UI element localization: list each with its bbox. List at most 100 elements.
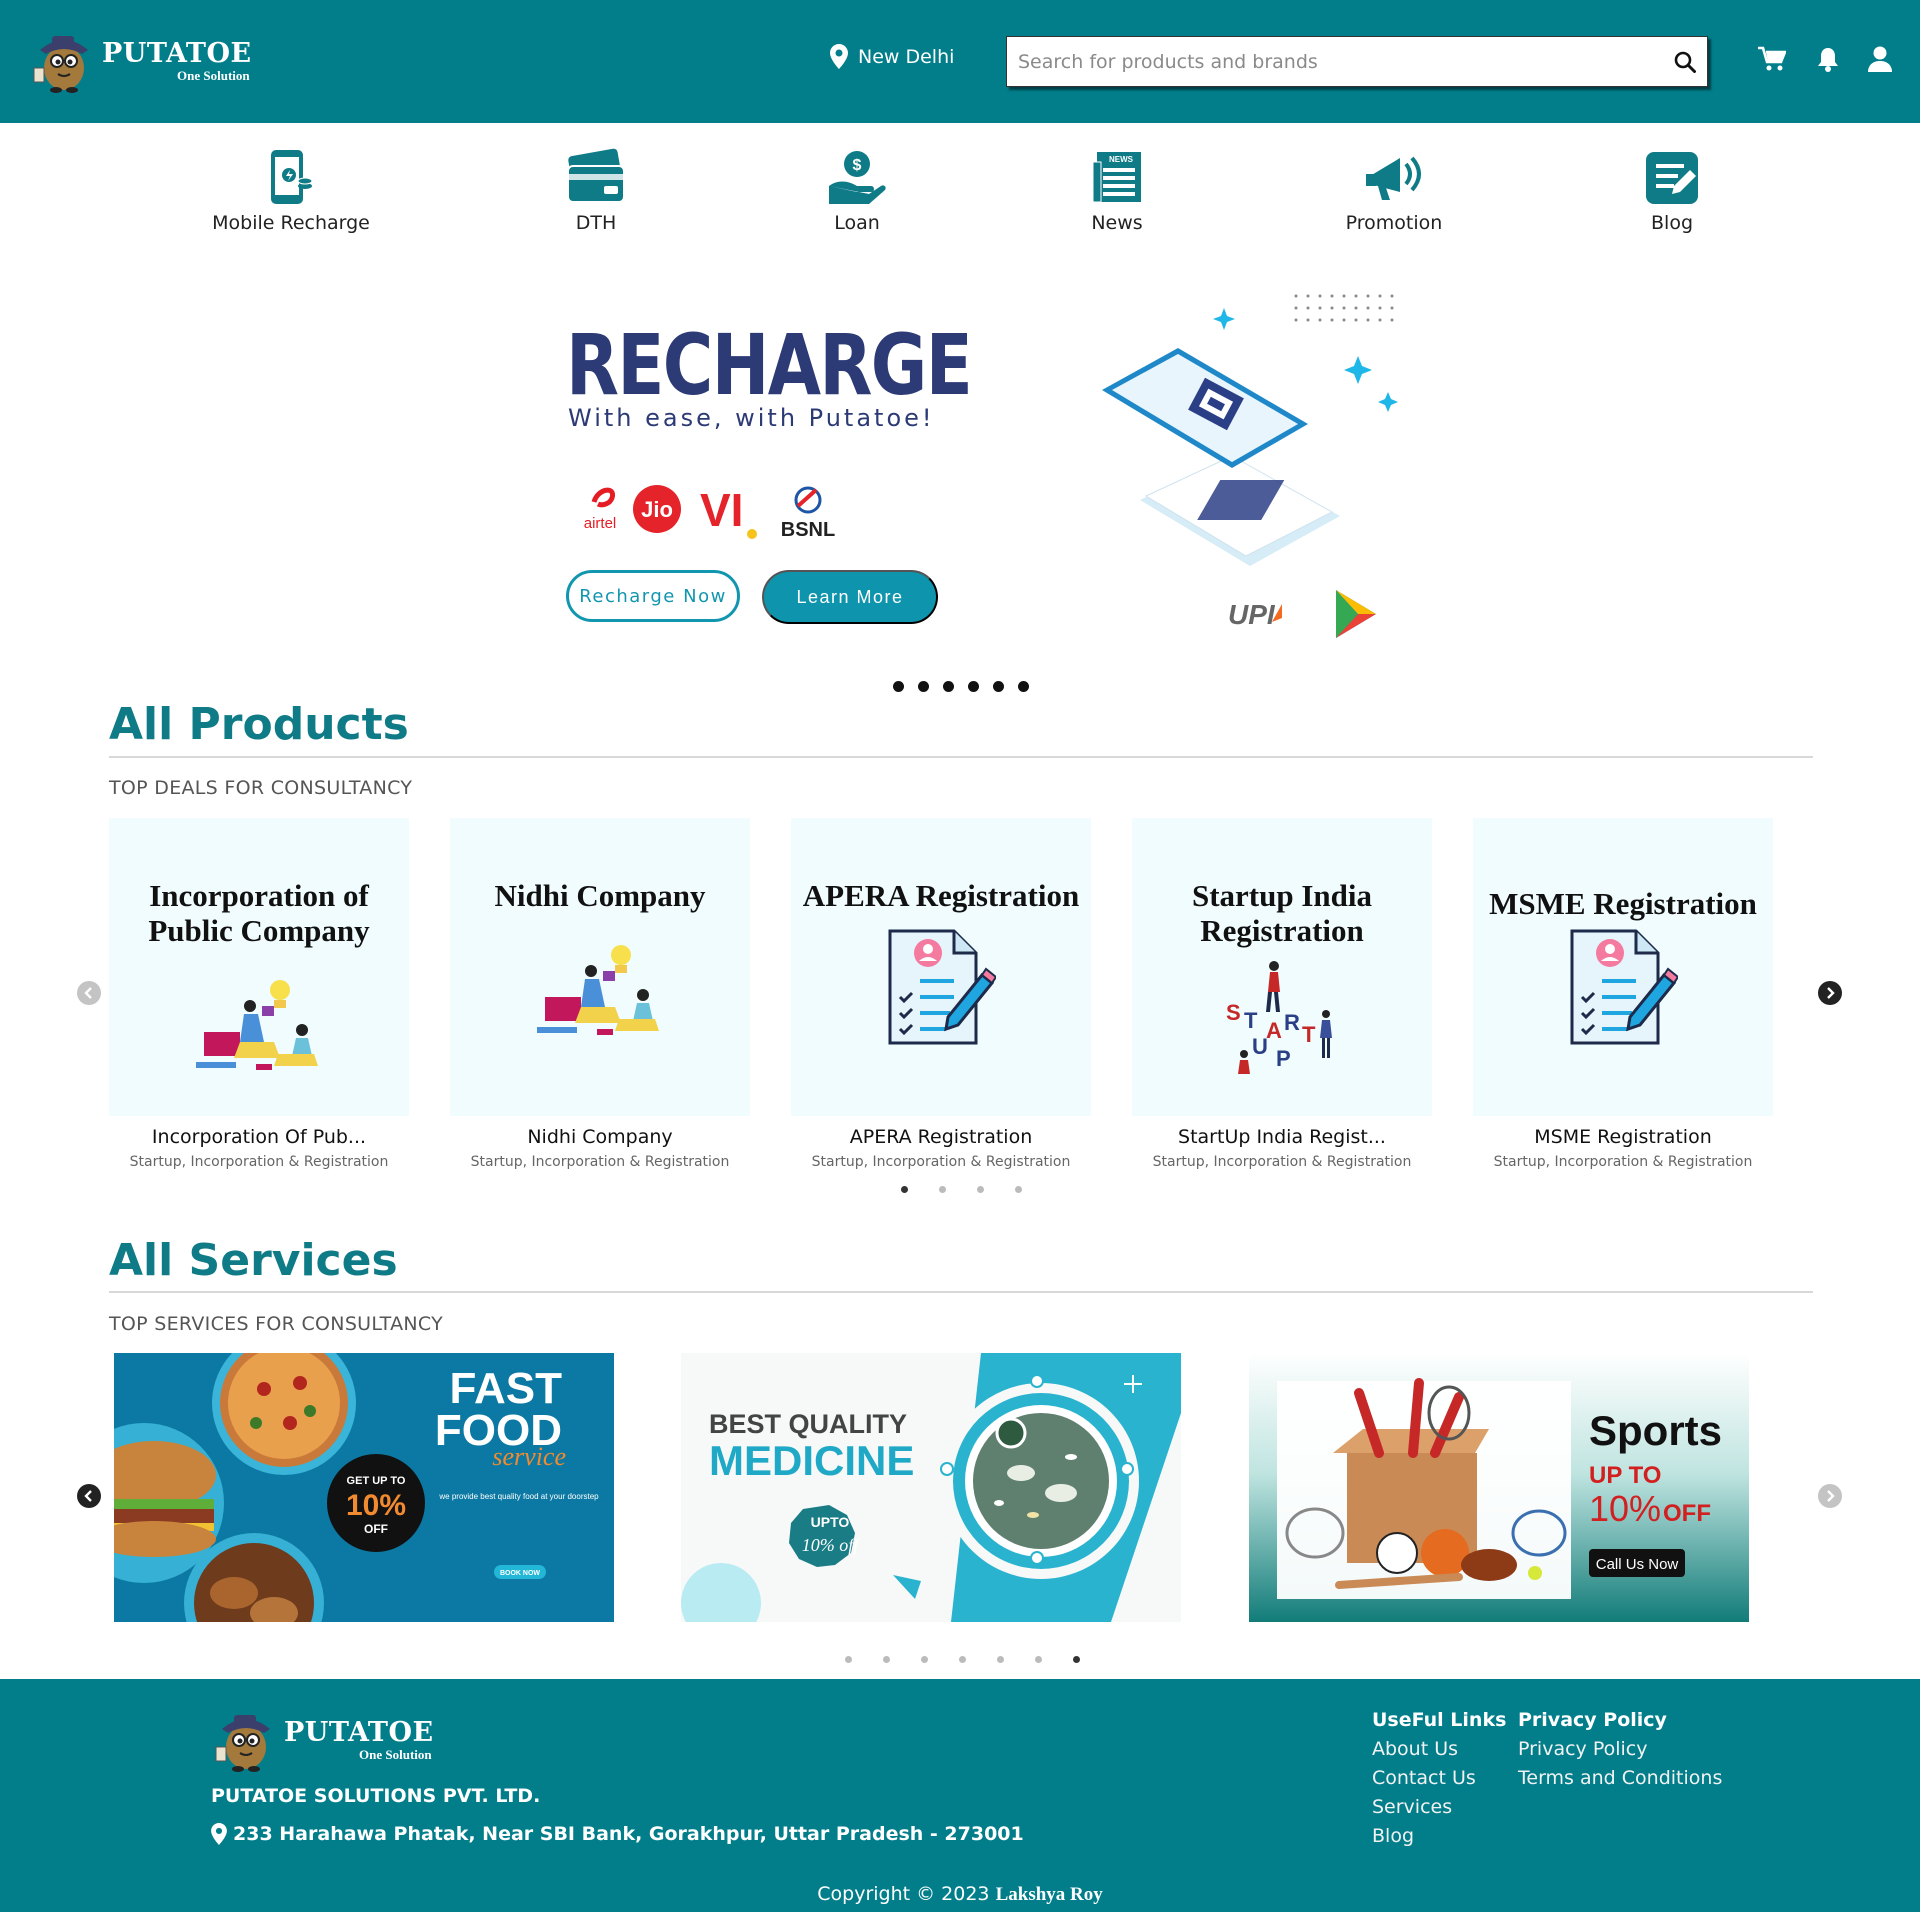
category-mobile-recharge[interactable]: Mobile Recharge xyxy=(191,148,391,234)
product-name[interactable]: APERA Registration xyxy=(791,1126,1091,1148)
footer-link-terms[interactable]: Terms and Conditions xyxy=(1518,1767,1722,1789)
carousel-dot[interactable] xyxy=(893,681,904,692)
carousel-dot[interactable] xyxy=(845,1656,852,1663)
svg-text:Jio: Jio xyxy=(641,497,673,522)
copyright: Copyright © 2023 Lakshya Roy xyxy=(0,1883,1920,1906)
products-carousel-dots xyxy=(901,1186,1022,1193)
footer-logo[interactable]: PUTATOE One Solution xyxy=(210,1707,434,1773)
section-divider xyxy=(109,756,1813,758)
service-card-fast-food[interactable]: GET UP TO 10% OFF FAST FOOD service we p… xyxy=(114,1353,614,1622)
footer-link-blog[interactable]: Blog xyxy=(1372,1825,1506,1847)
svg-text:Call Us Now: Call Us Now xyxy=(1596,1556,1679,1573)
svg-text:BSNL: BSNL xyxy=(781,519,835,541)
category-label: Blog xyxy=(1651,212,1693,234)
brand-logo[interactable]: PUTATOE One Solution xyxy=(28,28,252,94)
user-icon[interactable] xyxy=(1865,44,1895,74)
category-promotion[interactable]: Promotion xyxy=(1294,148,1494,234)
carousel-dot[interactable] xyxy=(901,1186,908,1193)
services-section-title: All Services xyxy=(109,1235,398,1286)
product-category: Startup, Incorporation & Registration xyxy=(1493,1154,1753,1170)
carousel-dot[interactable] xyxy=(1015,1186,1022,1193)
carousel-dot[interactable] xyxy=(959,1656,966,1663)
category-news[interactable]: NEWS News xyxy=(1017,148,1217,234)
potato-mascot-icon xyxy=(215,1715,270,1772)
product-card-startup-india[interactable]: Startup India Registration S T A R T U P… xyxy=(1132,818,1432,1170)
svg-text:10%: 10% xyxy=(346,1489,406,1522)
carousel-dot[interactable] xyxy=(943,681,954,692)
location-pin-icon xyxy=(211,1823,227,1845)
svg-text:T: T xyxy=(1244,1008,1258,1033)
svg-text:airtel: airtel xyxy=(584,515,617,530)
top-header: PUTATOE One Solution New Delhi xyxy=(0,0,1920,123)
services-carousel-dots xyxy=(845,1656,1080,1663)
carousel-dot[interactable] xyxy=(977,1186,984,1193)
svg-text:we provide best quality food a: we provide best quality food at your doo… xyxy=(438,1492,599,1501)
svg-text:U: U xyxy=(1252,1034,1268,1059)
product-thumbnail: Nidhi Company xyxy=(450,818,750,1116)
product-name[interactable]: Nidhi Company xyxy=(450,1126,750,1148)
carousel-dot[interactable] xyxy=(918,681,929,692)
category-dth[interactable]: DTH xyxy=(496,148,696,234)
services-prev-arrow-icon[interactable] xyxy=(77,1484,101,1508)
services-next-arrow-icon[interactable] xyxy=(1818,1484,1842,1508)
category-label: Promotion xyxy=(1345,212,1443,234)
product-name[interactable]: Incorporation Of Pub... xyxy=(109,1126,409,1148)
product-category: Startup, Incorporation & Registration xyxy=(1152,1154,1412,1170)
carousel-dot[interactable] xyxy=(1035,1656,1042,1663)
location-selector[interactable]: New Delhi xyxy=(830,44,954,69)
product-card-apera-registration[interactable]: APERA Registration APERA Registration St… xyxy=(791,818,1091,1170)
useful-links-column: UseFul Links About Us Contact Us Service… xyxy=(1372,1709,1506,1847)
svg-text:BEST QUALITY: BEST QUALITY xyxy=(709,1409,907,1439)
service-card-medicine[interactable]: BEST QUALITY MEDICINE UPTO 10% off xyxy=(681,1353,1181,1622)
product-card-nidhi-company[interactable]: Nidhi Company Nidhi Company Startup, Inc… xyxy=(450,818,750,1170)
product-card-public-company[interactable]: Incorporation of Public Company Incorpor… xyxy=(109,818,409,1170)
svg-text:Sports: Sports xyxy=(1589,1407,1722,1454)
product-card-msme-registration[interactable]: MSME Registration MSME Registration Star… xyxy=(1473,818,1773,1170)
products-next-arrow-icon[interactable] xyxy=(1818,981,1842,1005)
carousel-dot[interactable] xyxy=(883,1656,890,1663)
product-thumbnail: Incorporation of Public Company xyxy=(109,818,409,1116)
product-category: Startup, Incorporation & Registration xyxy=(811,1154,1071,1170)
bsnl-logo: BSNL xyxy=(781,486,835,541)
carousel-dot[interactable] xyxy=(993,681,1004,692)
footer-link-contact-us[interactable]: Contact Us xyxy=(1372,1767,1506,1789)
mobile-recharge-icon xyxy=(271,150,313,204)
learn-more-button[interactable]: Learn More xyxy=(762,570,938,624)
carousel-dot[interactable] xyxy=(1018,681,1029,692)
product-card-title: Incorporation of Public Company xyxy=(148,878,370,948)
category-loan[interactable]: $ Loan xyxy=(757,148,957,234)
company-address: 233 Harahawa Phatak, Near SBI Bank, Gora… xyxy=(211,1823,1024,1845)
search-icon[interactable] xyxy=(1663,40,1707,84)
carousel-dot[interactable] xyxy=(968,681,979,692)
cart-icon[interactable] xyxy=(1757,44,1787,74)
svg-text:P: P xyxy=(1276,1046,1291,1071)
product-name[interactable]: MSME Registration xyxy=(1473,1126,1773,1148)
recharge-now-button[interactable]: Recharge Now xyxy=(566,570,740,622)
product-name[interactable]: StartUp India Regist... xyxy=(1132,1126,1432,1148)
search-input[interactable] xyxy=(1007,37,1663,86)
carousel-dot[interactable] xyxy=(921,1656,928,1663)
footer-link-about-us[interactable]: About Us xyxy=(1372,1738,1506,1760)
svg-text:service: service xyxy=(492,1442,566,1471)
footer-link-privacy-policy[interactable]: Privacy Policy xyxy=(1518,1738,1722,1760)
carousel-dot[interactable] xyxy=(1073,1656,1080,1663)
team-idea-illustration xyxy=(537,945,659,1035)
footer-link-services[interactable]: Services xyxy=(1372,1796,1506,1818)
bell-icon[interactable] xyxy=(1813,44,1843,74)
product-card-title: MSME Registration xyxy=(1489,886,1757,921)
category-blog[interactable]: Blog xyxy=(1572,148,1772,234)
carousel-dot[interactable] xyxy=(939,1186,946,1193)
service-card-sports[interactable]: Sports UP TO 10% OFF Call Us Now xyxy=(1249,1353,1749,1622)
svg-text:UP TO: UP TO xyxy=(1589,1462,1661,1489)
svg-text:NEWS: NEWS xyxy=(1109,155,1134,164)
products-prev-arrow-icon[interactable] xyxy=(77,981,101,1005)
registration-document-illustration xyxy=(888,929,996,1045)
svg-text:R: R xyxy=(1284,1010,1300,1035)
search-bar xyxy=(1006,36,1708,87)
startup-illustration: S T A R T U P xyxy=(1226,961,1332,1074)
medicine-artwork: BEST QUALITY MEDICINE UPTO 10% off xyxy=(681,1353,1181,1622)
product-category: Startup, Incorporation & Registration xyxy=(129,1154,389,1170)
registration-document-illustration xyxy=(1570,929,1678,1045)
svg-text:$: $ xyxy=(853,157,862,174)
carousel-dot[interactable] xyxy=(997,1656,1004,1663)
